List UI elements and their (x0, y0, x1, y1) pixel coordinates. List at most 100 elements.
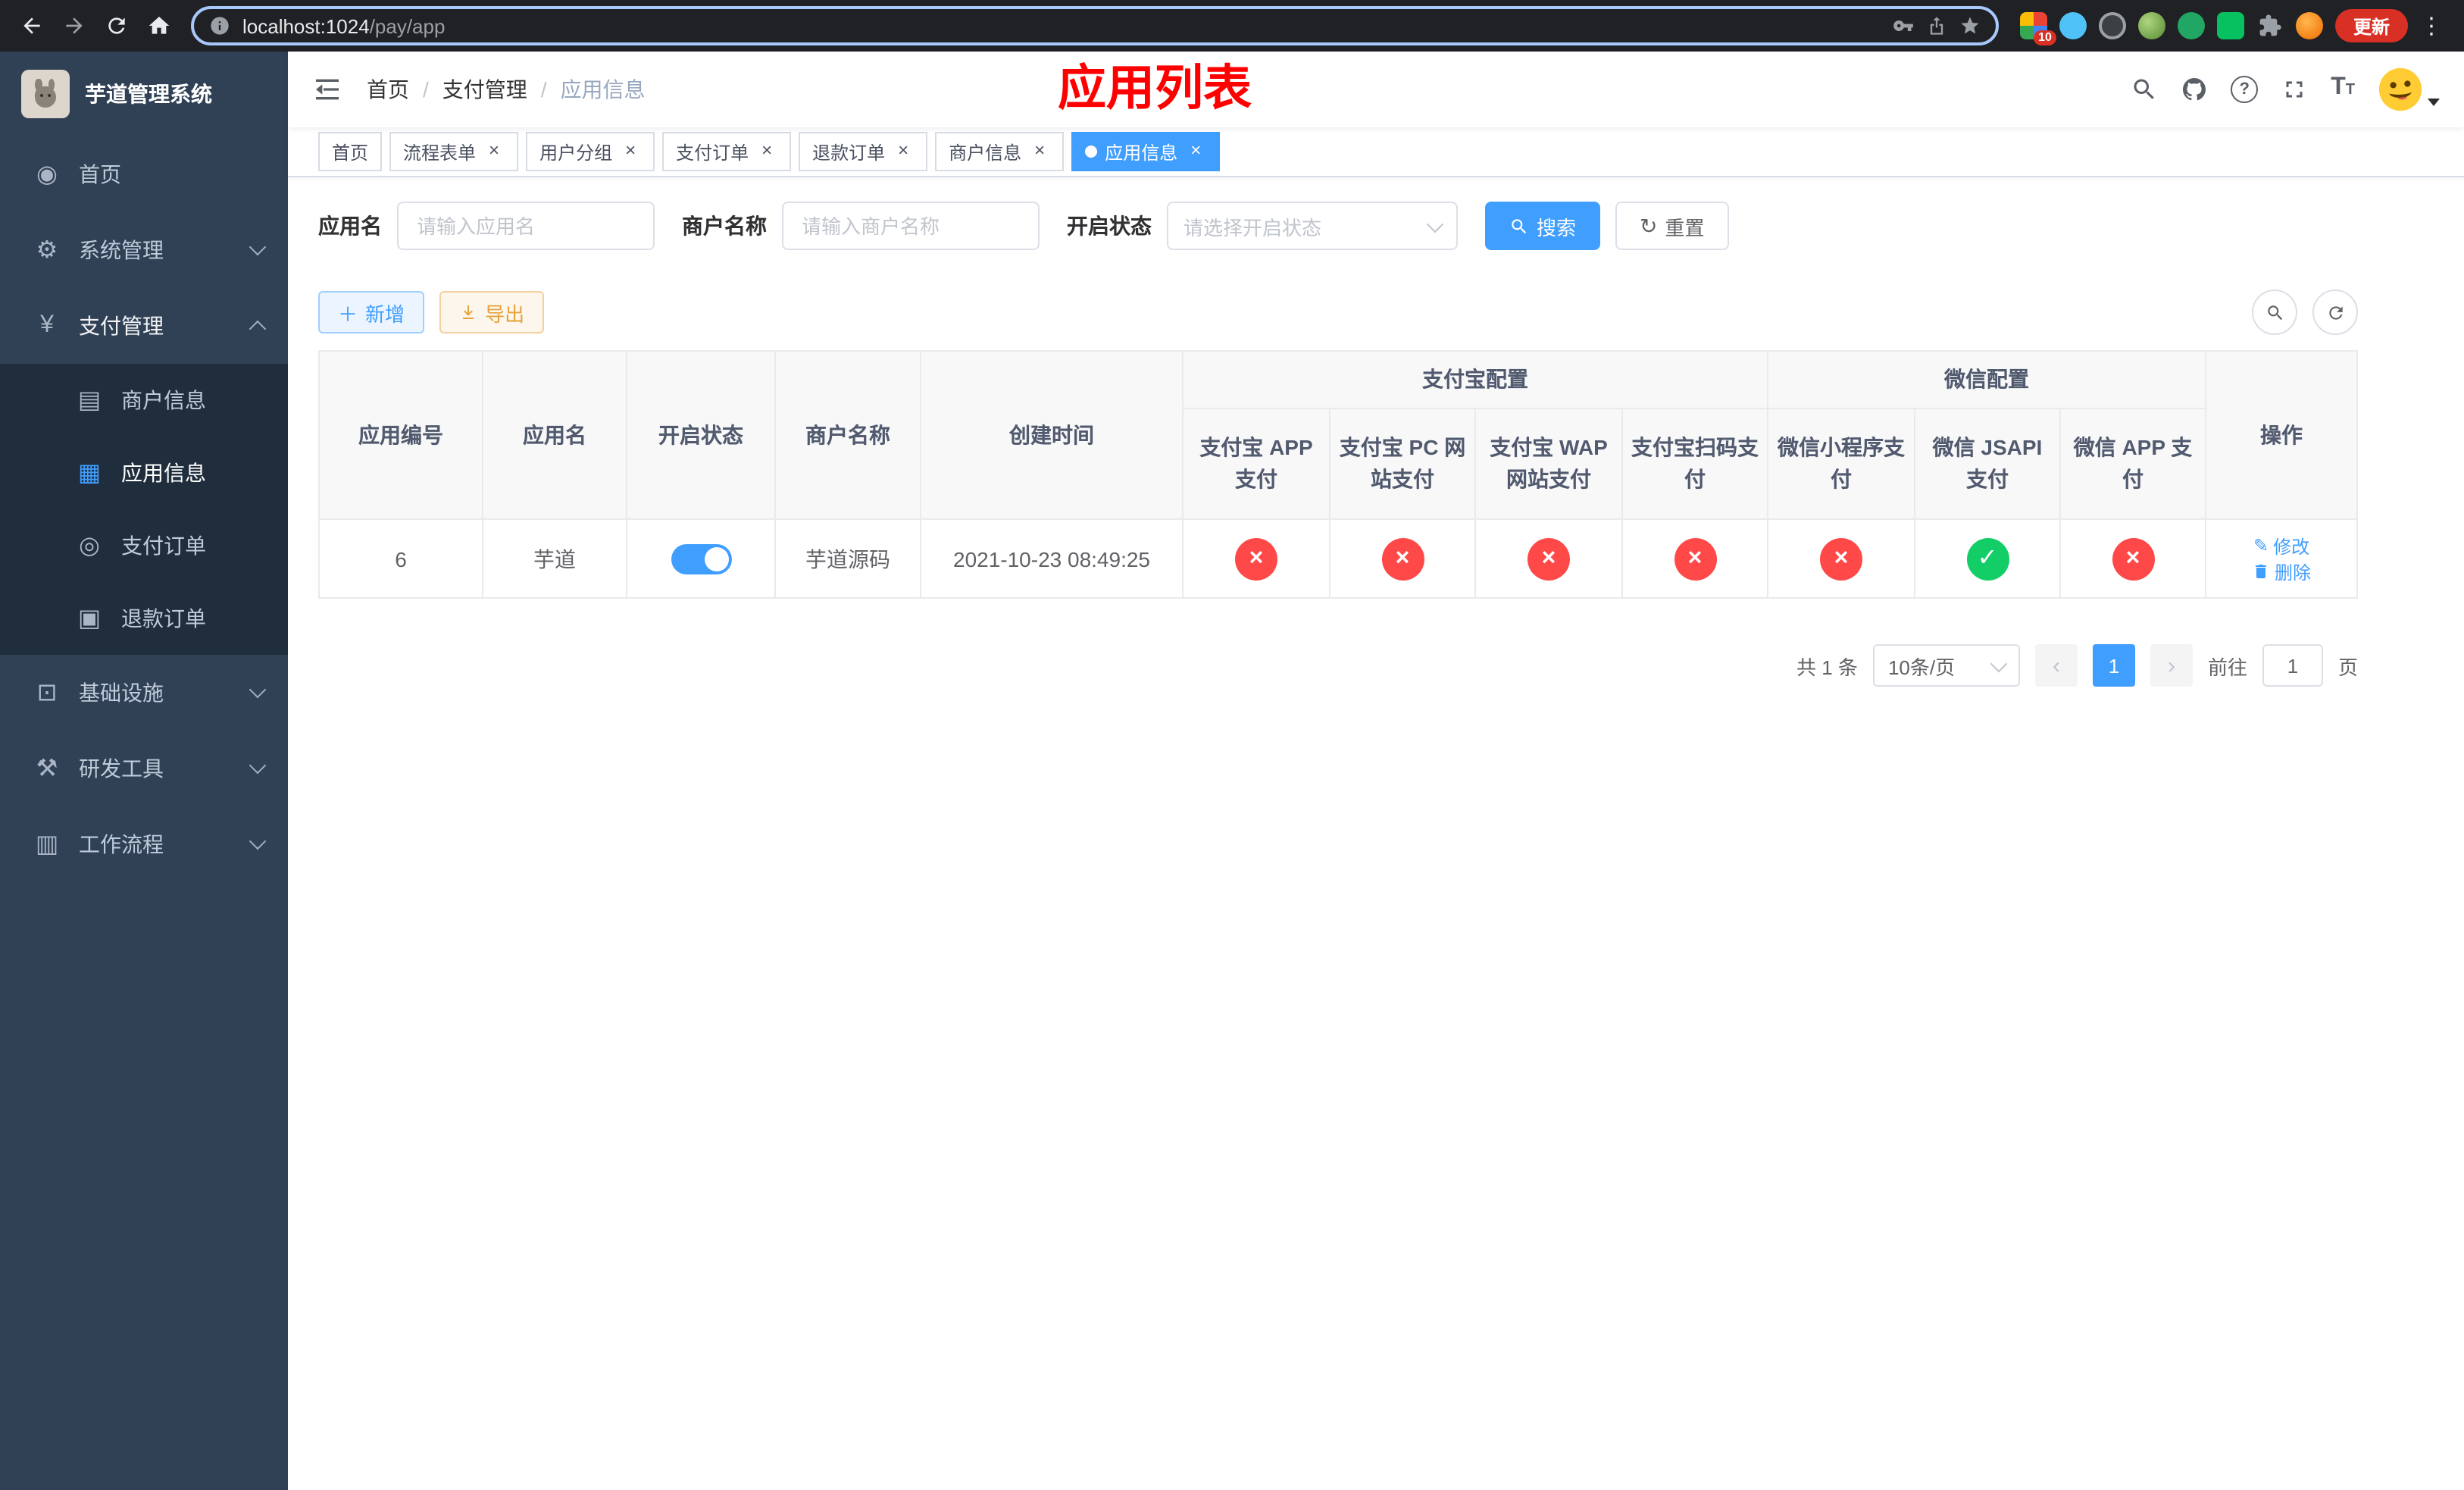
close-icon[interactable] (483, 141, 505, 162)
next-page-button[interactable] (2150, 644, 2193, 687)
toggle-search-button[interactable] (2252, 290, 2297, 335)
font-size-icon[interactable]: TT (2331, 75, 2355, 103)
refresh-icon (2328, 305, 2342, 319)
app-name-input[interactable] (397, 202, 655, 250)
col-created: 创建时间 (920, 350, 1184, 520)
reset-button[interactable]: 重置 (1615, 202, 1729, 250)
refresh-table-button[interactable] (2312, 290, 2358, 335)
tab-app-info[interactable]: 应用信息 (1071, 132, 1221, 171)
app-table: 应用编号 应用名 开启状态 商户名称 创建时间 支付宝配置 微信配置 操作 支付… (318, 350, 2358, 599)
extension-icon[interactable] (2059, 12, 2087, 39)
bookmark-star-icon[interactable] (1959, 15, 1981, 36)
cell-created: 2021-10-23 08:49:25 (920, 518, 1184, 599)
sidebar-item-refund-orders[interactable]: ▣ 退款订单 (0, 582, 288, 655)
browser-home-icon[interactable] (139, 6, 179, 45)
sidebar-fold-icon[interactable] (312, 74, 342, 105)
browser-menu-icon[interactable]: ⋮ (2411, 12, 2452, 39)
add-button[interactable]: 新增 (318, 291, 425, 333)
tab-process-form[interactable]: 流程表单 (389, 132, 519, 171)
share-icon[interactable] (1926, 15, 1947, 36)
extensions-puzzle-icon[interactable] (2256, 12, 2284, 39)
app-title: 芋道管理系统 (85, 82, 212, 106)
password-key-icon[interactable] (1893, 15, 1914, 36)
browser-update-button[interactable]: 更新 (2334, 9, 2408, 42)
sidebar-item-app-info[interactable]: ▦ 应用信息 (0, 437, 288, 509)
order-icon: ◎ (79, 534, 100, 559)
extension-icon[interactable] (2098, 12, 2126, 39)
delete-button[interactable]: 删除 (2252, 559, 2311, 584)
address-bar[interactable]: localhost:1024/pay/app (191, 6, 1999, 45)
tab-user-group[interactable]: 用户分组 (526, 132, 655, 171)
app-name-label: 应用名 (318, 214, 382, 238)
search-icon[interactable] (2131, 76, 2158, 103)
sidebar-item-merchant-info[interactable]: ▤ 商户信息 (0, 364, 288, 437)
top-navbar: 首页 / 支付管理 / 应用信息 应用列表 ? TT (288, 52, 2464, 127)
extension-icon[interactable] (2137, 12, 2165, 39)
browser-forward-icon[interactable] (55, 6, 94, 45)
breadcrumb-home[interactable]: 首页 (367, 74, 409, 105)
search-button[interactable]: 搜索 (1485, 202, 1601, 250)
goto-page-input[interactable] (2262, 644, 2323, 687)
extension-badge: 10 (2034, 30, 2056, 45)
browser-refresh-icon[interactable] (97, 6, 136, 45)
close-icon[interactable] (620, 141, 641, 162)
user-avatar[interactable] (2378, 67, 2440, 112)
card-icon: ▤ (77, 388, 102, 414)
page-annotation: 应用列表 (1058, 61, 1252, 115)
sidebar-item-workflow[interactable]: ▥ 工作流程 (0, 806, 288, 882)
goto-prefix: 前往 (2207, 656, 2247, 678)
pagination-total: 共 1 条 (1796, 656, 1858, 678)
breadcrumb-current: 应用信息 (560, 77, 646, 102)
trash-icon (2256, 565, 2266, 578)
table-row: 6 芋道 芋道源码 2021-10-23 08:49:25 × × × × × … (318, 518, 2358, 599)
search-form: 应用名 商户名称 开启状态 请选择开启状态 搜索 (318, 202, 2358, 250)
close-icon[interactable] (756, 141, 777, 162)
status-label: 开启状态 (1067, 214, 1152, 238)
close-icon[interactable] (1029, 141, 1050, 162)
sidebar-item-payment[interactable]: ¥ 支付管理 (0, 288, 288, 364)
status-select[interactable]: 请选择开启状态 (1167, 202, 1458, 250)
browser-back-icon[interactable] (12, 6, 52, 45)
close-icon[interactable] (893, 141, 914, 162)
sidebar-item-home[interactable]: ◉ 首页 (0, 136, 288, 212)
sidebar-item-system[interactable]: ⚙ 系统管理 (0, 212, 288, 288)
app-logo[interactable]: 芋道管理系统 (0, 52, 288, 136)
export-button[interactable]: 导出 (439, 291, 545, 333)
goto-suffix: 页 (2337, 656, 2358, 678)
sidebar-item-dev-tools[interactable]: ⚒ 研发工具 (0, 731, 288, 806)
url-text: localhost:1024/pay/app (242, 14, 446, 37)
page-size-select[interactable]: 10条/页 (1872, 644, 2020, 687)
cell-app-name: 芋道 (482, 518, 627, 599)
fullscreen-icon[interactable] (2281, 76, 2308, 103)
alipay-app-status-icon: × (1235, 537, 1277, 580)
yen-icon: ¥ (40, 312, 54, 338)
help-icon[interactable]: ? (2231, 76, 2259, 103)
edit-button[interactable]: 修改 (2253, 533, 2309, 559)
merchant-name-input[interactable] (782, 202, 1040, 250)
tab-home[interactable]: 首页 (318, 132, 383, 171)
close-icon[interactable] (1185, 141, 1206, 162)
extension-icon[interactable] (2216, 12, 2244, 39)
chevron-down-icon (1990, 654, 2008, 672)
extensions-area: 10 (2011, 12, 2332, 45)
github-icon[interactable] (2181, 76, 2208, 103)
sidebar-item-pay-orders[interactable]: ◎ 支付订单 (0, 509, 288, 582)
dashboard-icon: ◉ (36, 162, 58, 188)
extension-icon[interactable]: 10 (2019, 12, 2056, 45)
wechat-app-status-icon: × (2112, 537, 2154, 580)
tab-refund-orders[interactable]: 退款订单 (799, 132, 928, 171)
tab-merchant-info[interactable]: 商户信息 (935, 132, 1065, 171)
monitor-icon: ⊡ (36, 681, 58, 706)
chevron-down-icon (1426, 214, 1444, 233)
sidebar-item-infrastructure[interactable]: ⊡ 基础设施 (0, 655, 288, 731)
col-wechat-mini: 微信小程序支付 (1767, 408, 1915, 520)
prev-page-button[interactable] (2034, 644, 2078, 687)
col-app-id: 应用编号 (318, 350, 483, 520)
chevron-down-icon (249, 238, 267, 256)
extension-icon[interactable] (2177, 12, 2205, 39)
chevron-down-icon (249, 681, 267, 699)
page-number-1[interactable]: 1 (2092, 644, 2135, 687)
status-toggle[interactable] (671, 543, 731, 574)
profile-avatar-icon[interactable] (2295, 12, 2323, 39)
tab-pay-orders[interactable]: 支付订单 (662, 132, 792, 171)
